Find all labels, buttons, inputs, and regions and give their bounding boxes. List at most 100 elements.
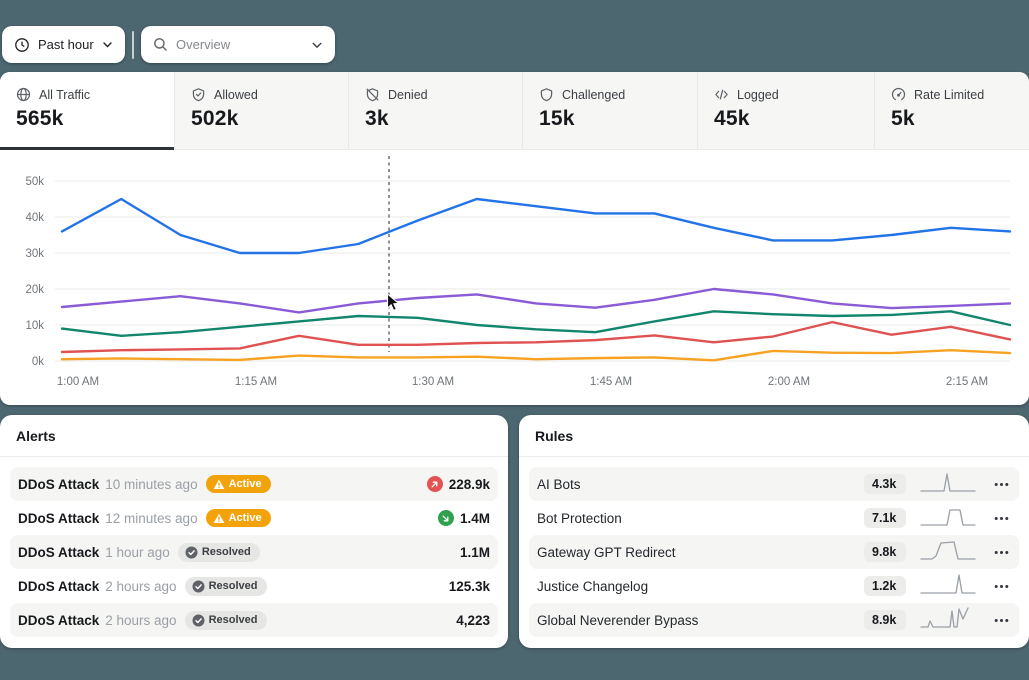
- rule-hit-count: 8.9k: [864, 610, 906, 630]
- rule-row[interactable]: Justice Changelog 1.2k: [529, 569, 1019, 603]
- svg-text:10k: 10k: [25, 320, 44, 332]
- alert-name: DDoS Attack: [18, 477, 99, 492]
- warning-icon: [213, 479, 225, 490]
- series-purple: [62, 289, 1010, 312]
- rule-sparkline: [920, 606, 976, 635]
- rule-hit-count: 9.8k: [864, 542, 906, 562]
- metric-tab-label: All Traffic: [39, 88, 90, 102]
- alert-time: 12 minutes ago: [105, 511, 197, 526]
- alert-status-label: Active: [229, 512, 262, 524]
- alert-status-badge: Resolved: [178, 543, 260, 562]
- rules-list: AI Bots 4.3k Bot Protection 7.1k Gateway…: [519, 457, 1029, 637]
- series-orange: [62, 350, 1010, 360]
- rule-row[interactable]: Gateway GPT Redirect 9.8k: [529, 535, 1019, 569]
- alert-row[interactable]: DDoS Attack 10 minutes ago Active 228.9k: [10, 467, 498, 501]
- alerts-header: Alerts: [0, 415, 508, 457]
- alert-status-label: Resolved: [209, 580, 258, 592]
- trend-up-icon: [427, 476, 443, 492]
- rules-panel: Rules AI Bots 4.3k Bot Protection 7.1k G…: [519, 415, 1029, 648]
- search-icon: [153, 37, 168, 52]
- svg-text:1:00 AM: 1:00 AM: [57, 376, 99, 388]
- rule-menu-button[interactable]: [992, 546, 1011, 559]
- check-circle-icon: [192, 580, 205, 593]
- metric-tab-allowed[interactable]: Allowed 502k: [175, 72, 349, 150]
- rule-name: Global Neverender Bypass: [537, 613, 864, 628]
- metric-tab-challenged[interactable]: Challenged 15k: [523, 72, 698, 150]
- metric-tab-value: 502k: [191, 107, 332, 131]
- svg-text:0k: 0k: [32, 356, 44, 368]
- alerts-title: Alerts: [16, 428, 56, 444]
- time-range-dropdown[interactable]: Past hour: [2, 26, 125, 63]
- alert-row[interactable]: DDoS Attack 1 hour ago Resolved 1.1M: [10, 535, 498, 569]
- svg-text:20k: 20k: [25, 284, 44, 296]
- traffic-overview-panel: All Traffic 565k Allowed 502k Denied 3k …: [0, 72, 1029, 405]
- rule-row[interactable]: Bot Protection 7.1k: [529, 501, 1019, 535]
- metric-tab-denied[interactable]: Denied 3k: [349, 72, 523, 150]
- metric-tab-value: 3k: [365, 107, 506, 131]
- svg-text:40k: 40k: [25, 212, 44, 224]
- metric-tab-label: Allowed: [214, 88, 258, 102]
- alert-row[interactable]: DDoS Attack 2 hours ago Resolved 4,223: [10, 603, 498, 637]
- ellipsis-icon: [994, 550, 1009, 555]
- warning-icon: [213, 513, 225, 524]
- line-chart[interactable]: 50k40k30k20k10k0k1:00 AM1:15 AM1:30 AM1:…: [0, 150, 1029, 405]
- alert-row[interactable]: DDoS Attack 12 minutes ago Active 1.4M: [10, 501, 498, 535]
- shield-off-icon: [365, 87, 380, 102]
- rule-sparkline: [920, 504, 976, 533]
- svg-text:1:45 AM: 1:45 AM: [590, 376, 632, 388]
- metric-tab-logged[interactable]: Logged 45k: [698, 72, 875, 150]
- metric-tab-label: Rate Limited: [914, 88, 984, 102]
- ellipsis-icon: [994, 482, 1009, 487]
- alert-time: 2 hours ago: [105, 613, 176, 628]
- traffic-chart[interactable]: 50k40k30k20k10k0k1:00 AM1:15 AM1:30 AM1:…: [0, 150, 1029, 405]
- svg-text:1:15 AM: 1:15 AM: [235, 376, 277, 388]
- alert-value: 4,223: [456, 613, 490, 628]
- svg-text:30k: 30k: [25, 248, 44, 260]
- metric-tab-all-traffic[interactable]: All Traffic 565k: [0, 72, 175, 150]
- metric-tab-value: 15k: [539, 107, 681, 131]
- ellipsis-icon: [994, 618, 1009, 623]
- rule-row[interactable]: Global Neverender Bypass 8.9k: [529, 603, 1019, 637]
- metric-tab-label: Logged: [737, 88, 779, 102]
- rule-row[interactable]: AI Bots 4.3k: [529, 467, 1019, 501]
- alert-time: 1 hour ago: [105, 545, 170, 560]
- shield-check-icon: [191, 87, 206, 102]
- alert-name: DDoS Attack: [18, 545, 99, 560]
- rules-title: Rules: [535, 428, 573, 444]
- alert-status-badge: Active: [206, 509, 271, 527]
- rule-menu-button[interactable]: [992, 478, 1011, 491]
- rule-sparkline: [920, 470, 976, 499]
- metric-tab-value: 45k: [714, 107, 858, 131]
- alert-time: 2 hours ago: [105, 579, 176, 594]
- chevron-down-icon: [311, 39, 323, 51]
- rule-menu-button[interactable]: [992, 614, 1011, 627]
- rule-hit-count: 4.3k: [864, 474, 906, 494]
- rule-menu-button[interactable]: [992, 580, 1011, 593]
- alerts-panel: Alerts DDoS Attack 10 minutes ago Active…: [0, 415, 508, 648]
- alert-status-badge: Active: [206, 475, 271, 493]
- rule-name: Bot Protection: [537, 511, 864, 526]
- series-red: [62, 322, 1010, 352]
- alert-status-label: Active: [229, 478, 262, 490]
- metric-tab-rate-limited[interactable]: Rate Limited 5k: [875, 72, 1029, 150]
- clock-icon: [14, 37, 30, 53]
- metric-tabs: All Traffic 565k Allowed 502k Denied 3k …: [0, 72, 1029, 150]
- alert-value: 1.1M: [460, 545, 490, 560]
- alert-name: DDoS Attack: [18, 511, 99, 526]
- series-green: [62, 311, 1010, 335]
- globe-icon: [16, 87, 31, 102]
- rule-name: Justice Changelog: [537, 579, 864, 594]
- check-circle-icon: [192, 614, 205, 627]
- metric-tab-value: 565k: [16, 107, 158, 131]
- alert-value: 228.9k: [449, 477, 490, 492]
- gauge-icon: [891, 87, 906, 102]
- alert-value: 125.3k: [449, 579, 490, 594]
- view-select-dropdown[interactable]: Overview: [141, 26, 335, 63]
- toolbar-divider: [132, 31, 134, 59]
- alert-row[interactable]: DDoS Attack 2 hours ago Resolved 125.3k: [10, 569, 498, 603]
- ellipsis-icon: [994, 516, 1009, 521]
- svg-text:2:00 AM: 2:00 AM: [768, 376, 810, 388]
- toolbar: Past hour Overview: [2, 26, 335, 63]
- svg-text:2:15 AM: 2:15 AM: [946, 376, 988, 388]
- rule-menu-button[interactable]: [992, 512, 1011, 525]
